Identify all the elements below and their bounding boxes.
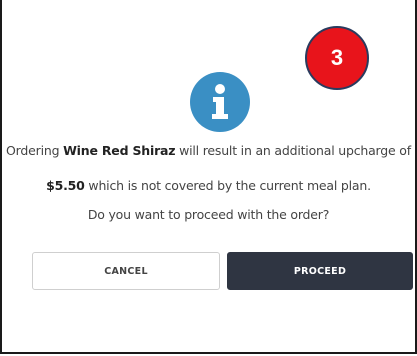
- info-icon: [190, 72, 250, 132]
- message-line-2: $5.50 which is not covered by the curren…: [2, 178, 415, 193]
- upcharge-price: $5.50: [46, 178, 85, 193]
- step-number-badge: 3: [305, 26, 369, 90]
- confirm-question: Do you want to proceed with the order?: [87, 207, 330, 222]
- proceed-button[interactable]: PROCEED: [227, 252, 413, 290]
- info-glyph: [212, 84, 228, 119]
- message-suffix-2: which is not covered by the current meal…: [84, 178, 371, 193]
- message-line-1: Ordering Wine Red Shiraz will result in …: [2, 143, 415, 158]
- step-number: 3: [330, 45, 344, 70]
- upcharge-confirm-dialog: 3 Ordering Wine Red Shiraz will result i…: [0, 0, 417, 354]
- message-prefix: Ordering: [6, 143, 64, 158]
- proceed-button-label: PROCEED: [293, 265, 347, 277]
- cancel-button-label: CANCEL: [104, 265, 148, 277]
- message-suffix-1: will result in an additional upcharge of: [175, 143, 411, 158]
- cancel-button[interactable]: CANCEL: [32, 252, 220, 290]
- item-name: Wine Red Shiraz: [63, 143, 176, 158]
